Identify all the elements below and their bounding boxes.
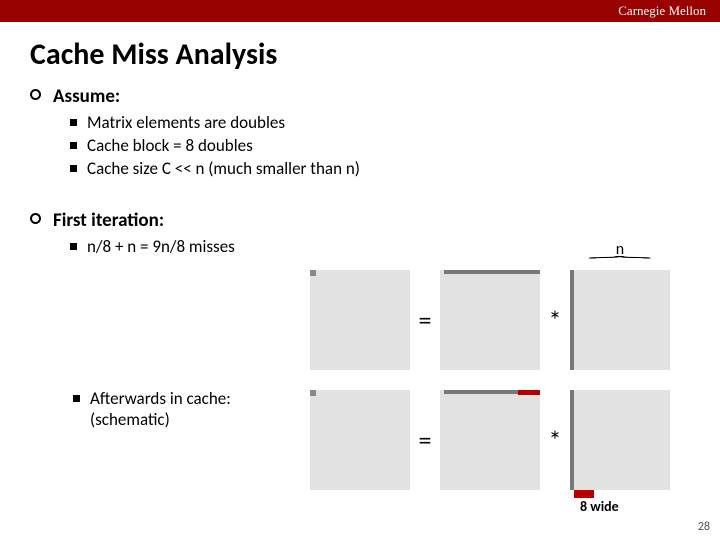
first-iter-row: First iteration: [30, 209, 690, 232]
red-block-icon [518, 390, 540, 395]
list-item: Matrix elements are doubles [70, 112, 690, 135]
matrix-a-2 [440, 390, 540, 490]
mult-op: * [540, 424, 570, 456]
afterwards-line2: (schematic) [90, 409, 231, 430]
matrix-c-2 [310, 390, 410, 490]
square-bullet-icon [70, 165, 77, 172]
equals-op: = [410, 304, 440, 336]
matrix-a-1 [440, 270, 540, 370]
row-highlight [444, 270, 540, 274]
matrix-b-1: n ⏞ [570, 270, 670, 370]
assume-row: Assume: [30, 85, 690, 108]
mult-op: * [540, 304, 570, 336]
square-bullet-icon [70, 119, 77, 126]
assume-item-1: Cache block = 8 doubles [87, 135, 253, 158]
col-highlight [570, 270, 574, 370]
misses-text: n/8 + n = 9n/8 misses [87, 236, 235, 259]
wide-label: 8 wide [580, 498, 619, 515]
list-item: Cache size C << n (much smaller than n) [70, 158, 690, 181]
diagram-row-2: = * [310, 390, 690, 490]
assume-item-2: Cache size C << n (much smaller than n) [87, 158, 360, 181]
content-area: Assume: Matrix elements are doubles Cach… [0, 85, 720, 259]
brace-icon: ⏞ [320, 260, 720, 266]
equals-op: = [410, 424, 440, 456]
diagram-row-1: = * n ⏞ [310, 270, 690, 370]
assume-item-0: Matrix elements are doubles [87, 112, 285, 135]
list-item: Cache block = 8 doubles [70, 135, 690, 158]
org-label: Carnegie Mellon [618, 3, 706, 18]
afterwards-line1: Afterwards in cache: [90, 388, 231, 409]
assume-list: Matrix elements are doubles Cache block … [70, 112, 690, 181]
header-bar: Carnegie Mellon [0, 0, 720, 22]
hollow-bullet-icon [30, 89, 41, 100]
square-bullet-icon [70, 142, 77, 149]
matrix-b-2 [570, 390, 670, 490]
matrix-c-1 [310, 270, 410, 370]
hollow-bullet-icon [30, 213, 41, 224]
col-highlight [570, 390, 574, 490]
diagram-area: = * n ⏞ = * 8 wide [310, 270, 690, 510]
square-bullet-icon [70, 243, 77, 250]
assume-label: Assume: [53, 85, 120, 108]
square-bullet-icon [73, 395, 80, 402]
brace-n: n ⏞ [570, 240, 670, 268]
corner-marker-icon [310, 390, 316, 396]
page-title: Cache Miss Analysis [0, 22, 720, 85]
page-number: 28 [698, 520, 710, 534]
corner-marker-icon [310, 270, 316, 276]
afterwards-block: Afterwards in cache: (schematic) [73, 388, 231, 430]
first-iter-label: First iteration: [53, 209, 164, 232]
red-block-icon [574, 490, 594, 498]
